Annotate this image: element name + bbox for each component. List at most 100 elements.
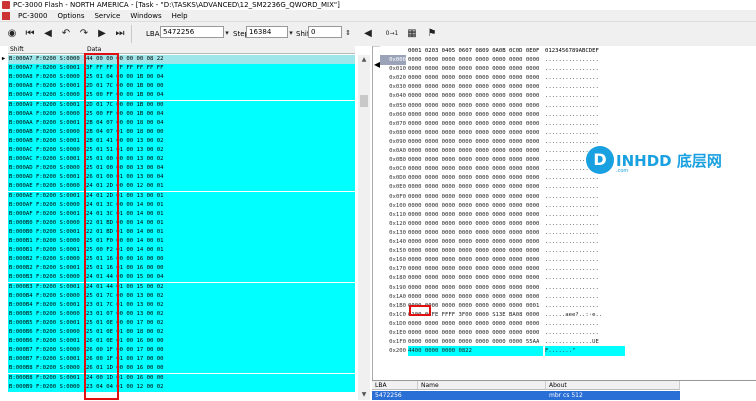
table-row[interactable]: B:000B3 F:0200 S:0001 24 01 44 01 00 15 0… [0, 282, 355, 292]
cell-shift[interactable]: B:000B2 F:0200 S:0000 [8, 255, 84, 265]
cell-data[interactable]: 25 01 16 00 00 16 00 00 [85, 255, 355, 265]
table-row[interactable]: B:000B8 F:0200 S:0000 26 01 1D 00 00 16 0… [0, 364, 355, 374]
table-row[interactable]: B:000B4 F:0200 S:0001 23 01 7C 01 00 13 0… [0, 300, 355, 310]
column-header-shift[interactable]: Shift [8, 46, 85, 54]
table-row[interactable]: B:000B0 F:0200 S:0000 22 01 BD 00 00 14 0… [0, 218, 355, 228]
step-dropdown-icon[interactable]: ▾ [287, 25, 295, 41]
cell-shift[interactable]: B:000B8 F:0200 S:0001 [8, 373, 84, 383]
scroll-up-icon[interactable]: ▲ [358, 55, 370, 65]
cell-shift[interactable]: B:000B3 F:0200 S:0000 [8, 273, 84, 283]
table-row[interactable]: B:000B4 F:0200 S:0000 25 01 7C 00 00 13 0… [0, 291, 355, 301]
cell-shift[interactable]: B:000AE F:0200 S:0000 [8, 182, 84, 192]
bottom-header-name[interactable]: Name [418, 381, 546, 390]
prev-icon[interactable]: ◀ [40, 25, 56, 41]
back-icon[interactable]: ↶ [58, 25, 74, 41]
cell-data[interactable]: 2B 04 07 01 00 18 00 00 [85, 127, 355, 137]
cell-data[interactable]: 24 01 2D 01 00 13 00 01 [85, 191, 355, 201]
cell-shift[interactable]: B:000A8 F:0200 S:0001 [8, 82, 84, 92]
table-row[interactable]: B:000B6 F:0200 S:0001 26 01 0E 01 00 16 0… [0, 337, 355, 347]
table-row[interactable]: B:000AF F:0200 S:0000 24 01 3C 00 00 14 0… [0, 200, 355, 210]
cell-shift[interactable]: B:000A9 F:0200 S:0000 [8, 91, 84, 101]
cell-shift[interactable]: B:000B0 F:0200 S:0001 [8, 227, 84, 237]
bottom-header-about[interactable]: About [546, 381, 680, 390]
menu-item-help[interactable]: Help [167, 12, 193, 20]
lba-dropdown-icon[interactable]: ▾ [222, 25, 232, 41]
shift-spin-icon[interactable]: ⇕ [342, 25, 354, 41]
cell-shift[interactable]: B:000B7 F:0200 S:0000 [8, 346, 84, 356]
cell-shift[interactable]: B:000AA F:0200 S:0000 [8, 109, 84, 119]
cell-data[interactable]: 25 00 FF 00 00 1B 00 04 [85, 91, 355, 101]
table-row[interactable]: B:000B7 F:0200 S:0001 26 00 1F 01 00 17 0… [0, 355, 355, 365]
table-row[interactable]: ▶ B:000A7 F:0200 S:0000 44 00 00 00 00 00 … [0, 55, 355, 64]
shift-input[interactable] [308, 26, 342, 38]
table-row[interactable]: B:000B0 F:0200 S:0001 22 01 BD 01 00 14 0… [0, 227, 355, 237]
bottom-cell-lba[interactable]: 5472256 [372, 391, 418, 400]
lba-input[interactable] [160, 26, 224, 38]
cell-data[interactable]: 2B 04 07 00 00 18 00 04 [85, 118, 355, 128]
table-row[interactable]: B:000B5 F:0200 S:0000 23 01 07 00 00 13 0… [0, 309, 355, 319]
table-row[interactable]: B:000AD F:0200 S:0000 25 01 00 00 00 13 0… [0, 164, 355, 174]
cell-shift[interactable]: B:000B5 F:0200 S:0001 [8, 318, 84, 328]
cell-data[interactable]: 25 01 04 00 00 1B 00 04 [85, 73, 355, 83]
bottom-cell-about[interactable]: mbr cs 512 [546, 391, 680, 400]
table-icon[interactable]: ▦ [404, 25, 420, 41]
cell-data[interactable]: 25 01 16 01 00 16 00 00 [85, 264, 355, 274]
cell-shift[interactable]: B:000B1 F:0200 S:0000 [8, 237, 84, 246]
cell-shift[interactable]: B:000B7 F:0200 S:0001 [8, 355, 84, 365]
menu-item-windows[interactable]: Windows [125, 12, 166, 20]
cell-data[interactable]: 25 01 0E 00 00 17 00 02 [85, 318, 355, 328]
table-row[interactable]: B:000B5 F:0200 S:0001 25 01 0E 00 00 17 0… [0, 318, 355, 328]
cell-data[interactable]: 25 00 F2 01 00 14 00 01 [85, 246, 355, 256]
cell-shift[interactable]: B:000A9 F:0200 S:0001 [8, 100, 84, 110]
menu-item-options[interactable]: Options [52, 12, 89, 20]
menu-item-pc3000[interactable]: PC-3000 [13, 12, 52, 20]
cell-shift[interactable]: B:000B6 F:0200 S:0000 [8, 328, 84, 337]
left-scrollbar[interactable]: ▲ ▼ [358, 55, 370, 400]
cell-shift[interactable]: B:000AF F:0200 S:0001 [8, 209, 84, 219]
table-row[interactable]: B:000B9 F:0200 S:0000 23 04 04 01 00 12 0… [0, 382, 355, 392]
bottom-header-lba[interactable]: LBA [372, 381, 418, 390]
step-input[interactable] [246, 26, 288, 38]
table-row[interactable]: B:000AB F:0200 S:0000 2B 04 07 01 00 18 0… [0, 127, 355, 137]
cell-shift[interactable]: B:000A7 F:0200 S:0001 [8, 64, 84, 74]
table-row[interactable]: B:000B6 F:0200 S:0000 25 01 0E 01 00 18 0… [0, 328, 355, 337]
cell-shift[interactable]: B:000AE F:0200 S:0001 [8, 191, 84, 201]
table-row[interactable]: B:000AC F:0200 S:0000 25 01 51 01 00 13 0… [0, 146, 355, 155]
table-row[interactable]: B:000B2 F:0200 S:0000 25 01 16 00 00 16 0… [0, 255, 355, 265]
arrow-left-icon[interactable]: ◀ [360, 25, 376, 41]
cell-shift[interactable]: B:000B0 F:0200 S:0000 [8, 218, 84, 228]
cell-data[interactable]: 22 01 BD 00 00 14 00 01 [85, 218, 355, 228]
cell-shift[interactable]: B:000AC F:0200 S:0000 [8, 146, 84, 155]
table-row[interactable]: B:000B1 F:0200 S:0000 25 01 F0 00 00 14 0… [0, 237, 355, 246]
cell-shift[interactable]: B:000B9 F:0200 S:0000 [8, 382, 84, 392]
hex-bytes[interactable]: 4400 0000 0000 0822 [408, 346, 543, 357]
cell-shift[interactable]: B:000B2 F:0200 S:0001 [8, 264, 84, 274]
table-row[interactable]: B:000AE F:0200 S:0000 24 01 2D 00 00 12 0… [0, 182, 355, 192]
table-row[interactable]: B:000AA F:0200 S:0001 2B 04 07 00 00 18 0… [0, 118, 355, 128]
cell-data[interactable]: 24 01 2D 00 00 12 00 01 [85, 182, 355, 192]
cell-data[interactable]: 26 00 1F 01 00 17 00 00 [85, 355, 355, 365]
table-row[interactable]: B:000B2 F:0200 S:0001 25 01 16 01 00 16 0… [0, 264, 355, 274]
cell-data[interactable]: 25 01 0E 01 00 18 00 02 [85, 328, 355, 337]
cell-data[interactable]: 26 01 0E 01 00 16 00 00 [85, 337, 355, 347]
cell-data[interactable]: 25 00 FF 00 00 1B 00 04 [85, 109, 355, 119]
cell-data[interactable]: 24 00 1D 01 00 16 00 00 [85, 373, 355, 383]
cell-shift[interactable]: B:000B1 F:0200 S:0001 [8, 246, 84, 256]
cell-shift[interactable]: B:000A7 F:0200 S:0000 [8, 55, 84, 64]
table-row[interactable]: B:000A9 F:0200 S:0001 2D 01 7C 00 00 1B 0… [0, 100, 355, 110]
hex-ascii[interactable]: F......." [545, 346, 625, 357]
table-row[interactable]: B:000AE F:0200 S:0001 24 01 2D 01 00 13 0… [0, 191, 355, 201]
cell-shift[interactable]: B:000AF F:0200 S:0000 [8, 200, 84, 210]
cell-data[interactable]: 2D 01 7C 00 00 1B 00 00 [85, 82, 355, 92]
cell-shift[interactable]: B:000B5 F:0200 S:0000 [8, 309, 84, 319]
binary-convert-icon[interactable]: 0→1 [384, 25, 400, 41]
scroll-down-icon[interactable]: ▼ [358, 390, 370, 400]
cell-shift[interactable]: B:000B6 F:0200 S:0001 [8, 337, 84, 347]
cell-data[interactable]: 3F FF FF FF FF FF FF FF [85, 64, 355, 74]
cell-shift[interactable]: B:000B4 F:0200 S:0001 [8, 300, 84, 310]
menu-item-service[interactable]: Service [89, 12, 125, 20]
cell-data[interactable]: 25 01 00 00 00 13 00 04 [85, 164, 355, 174]
cell-shift[interactable]: B:000B3 F:0200 S:0001 [8, 282, 84, 292]
cell-shift[interactable]: B:000B8 F:0200 S:0000 [8, 364, 84, 374]
next-icon[interactable]: ▶ [94, 25, 110, 41]
